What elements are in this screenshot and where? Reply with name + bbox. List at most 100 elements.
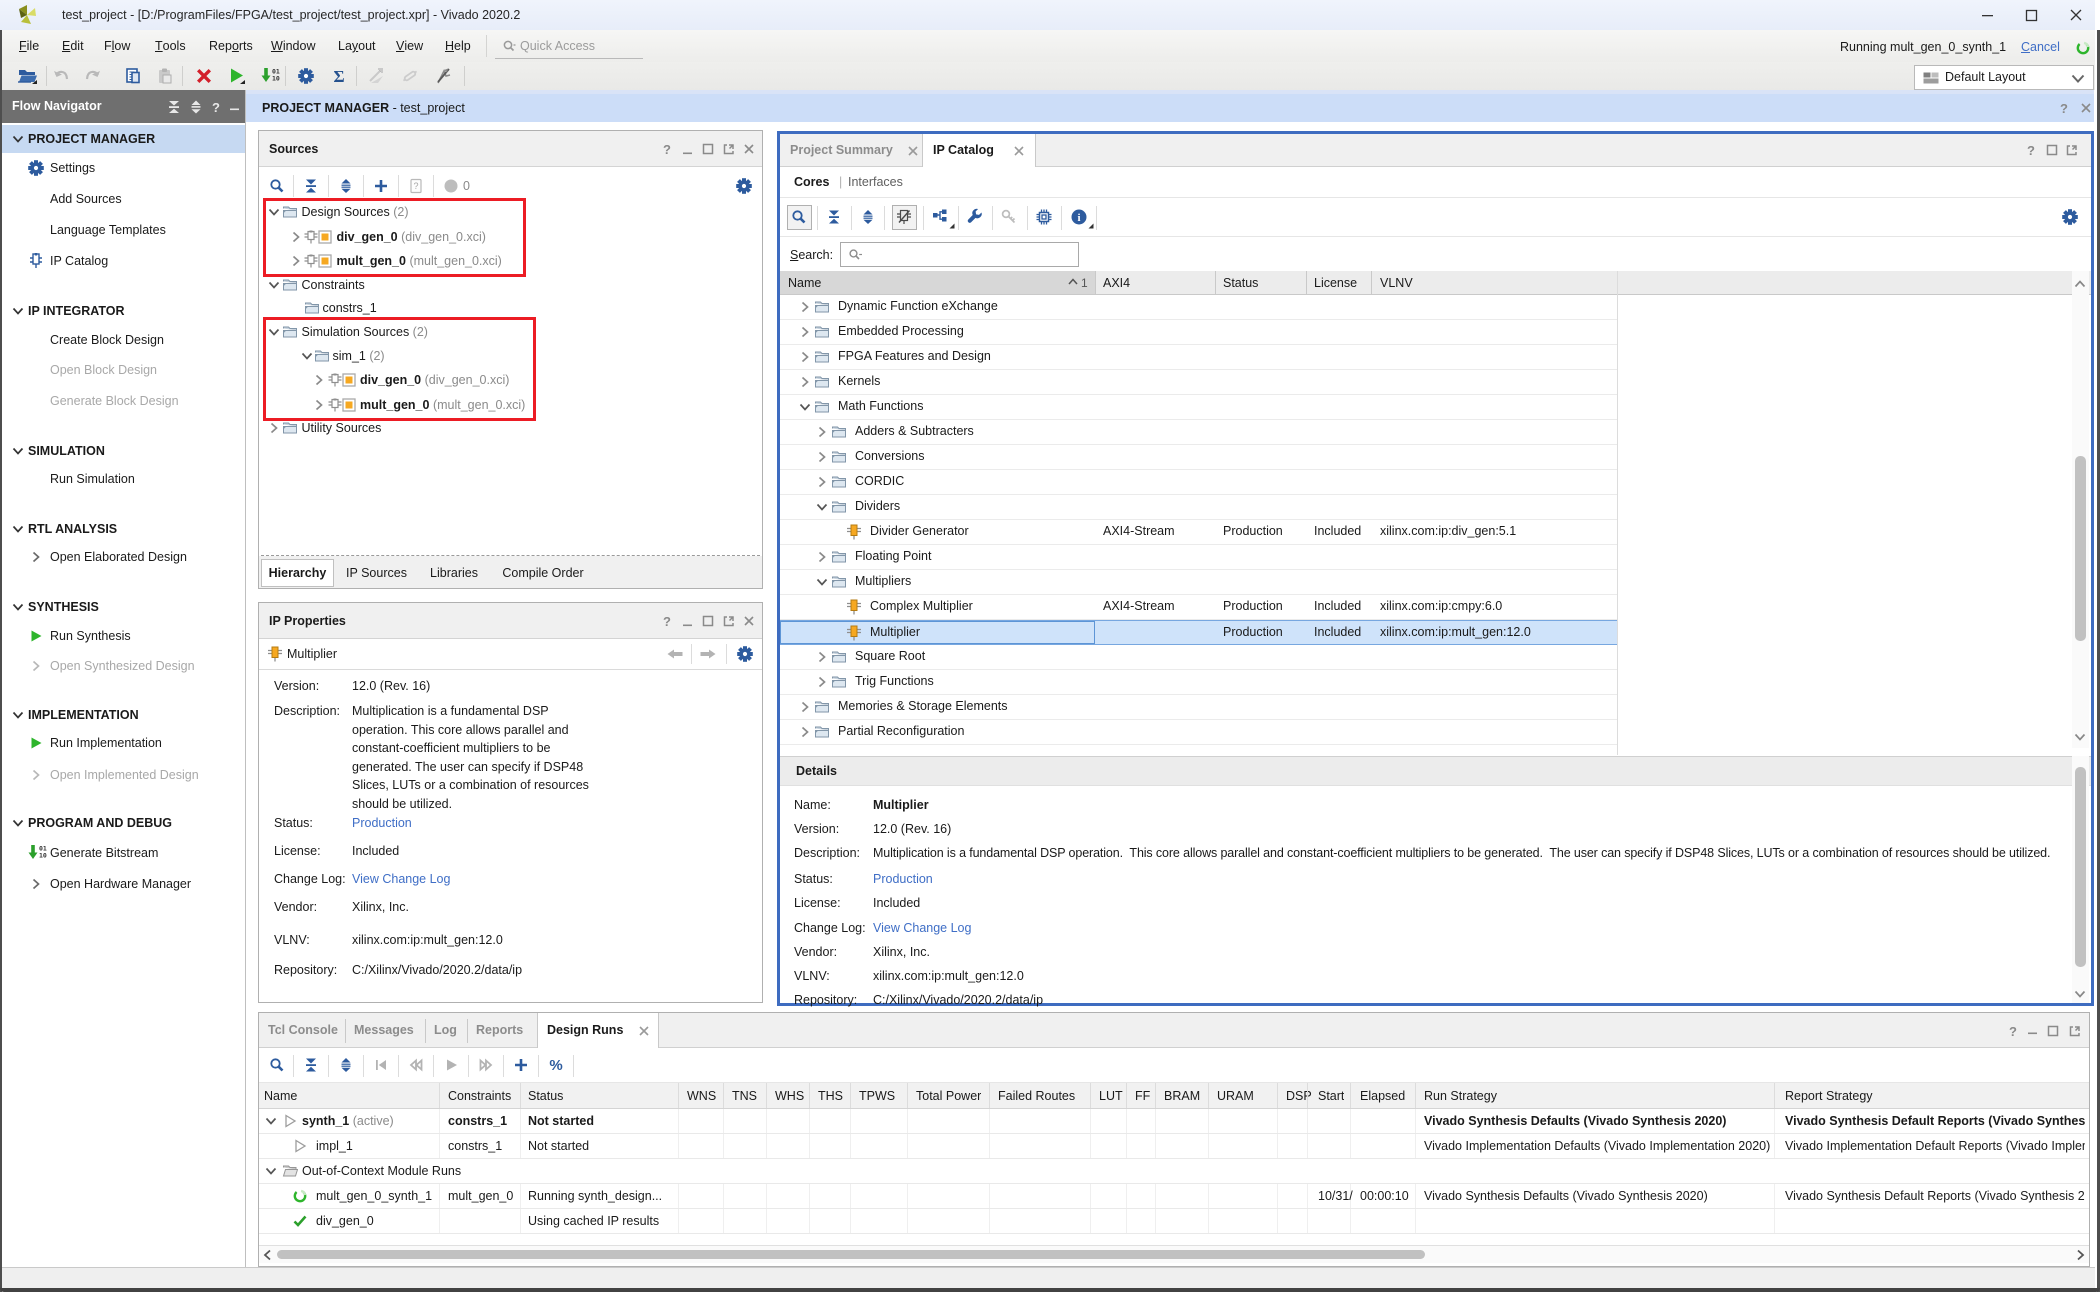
source-tree-item[interactable]: div_gen_0 (div_gen_0.xci) bbox=[259, 225, 762, 249]
column-header-failed-routes[interactable]: Failed Routes bbox=[998, 1086, 1075, 1106]
column-header-license[interactable]: License bbox=[1314, 273, 1357, 293]
probe-button[interactable] bbox=[430, 63, 456, 89]
scroll-left-icon[interactable] bbox=[262, 1249, 274, 1261]
column-header-whs[interactable]: WHS bbox=[775, 1086, 804, 1106]
subtab-cores[interactable]: Cores bbox=[794, 172, 829, 192]
sources-tab-hierarchy[interactable]: Hierarchy bbox=[261, 559, 334, 587]
column-header-constraints[interactable]: Constraints bbox=[448, 1086, 511, 1106]
missing-sources-icon[interactable]: ? bbox=[408, 178, 424, 194]
run-row-impl-1[interactable]: impl_1constrs_1Not startedVivado Impleme… bbox=[259, 1134, 2089, 1159]
chevron-right-icon[interactable] bbox=[288, 229, 304, 245]
minimize-icon[interactable] bbox=[2026, 1022, 2040, 1036]
copy-button[interactable] bbox=[120, 63, 146, 89]
delete-button[interactable] bbox=[191, 63, 217, 89]
layout-selector[interactable]: Default Layout bbox=[1914, 65, 2094, 90]
minimize-icon[interactable] bbox=[681, 142, 695, 156]
column-header-run-strategy[interactable]: Run Strategy bbox=[1424, 1086, 1497, 1106]
close-icon[interactable] bbox=[906, 144, 920, 158]
flownav-item-open-block-design[interactable]: Open Block Design bbox=[2, 356, 245, 384]
flownav-item-run-synthesis[interactable]: Run Synthesis bbox=[2, 622, 245, 650]
flownav-item-settings[interactable]: Settings bbox=[2, 154, 245, 182]
expand-all-icon[interactable] bbox=[338, 178, 354, 194]
menu-layout[interactable]: Layout bbox=[338, 30, 376, 62]
source-tree-item[interactable]: div_gen_0 (div_gen_0.xci) bbox=[259, 368, 762, 392]
chevron-right-icon[interactable] bbox=[797, 699, 813, 715]
catalog-row-trig-functions[interactable]: Trig Functions bbox=[780, 670, 1617, 695]
gear-icon[interactable] bbox=[2062, 209, 2078, 225]
column-header-name[interactable]: Name bbox=[264, 1086, 297, 1106]
column-header-ths[interactable]: THS bbox=[818, 1086, 843, 1106]
source-tree-item[interactable]: Design Sources (2) bbox=[259, 200, 762, 224]
collapse-all-icon[interactable] bbox=[303, 178, 319, 194]
search-icon[interactable] bbox=[269, 178, 285, 194]
help-icon[interactable]: ? bbox=[209, 100, 223, 114]
menu-reports[interactable]: Reports bbox=[209, 30, 253, 62]
chevron-right-icon[interactable] bbox=[311, 372, 327, 388]
detail-value[interactable]: Production bbox=[873, 869, 933, 889]
ip-prop-value[interactable]: Production bbox=[352, 813, 412, 833]
catalog-row-math-functions[interactable]: Math Functions bbox=[780, 395, 1617, 420]
catalog-row-memories-storage-elements[interactable]: Memories & Storage Elements bbox=[780, 695, 1617, 720]
chevron-down-icon[interactable] bbox=[797, 399, 813, 415]
bottom-tab-tcl-console[interactable]: Tcl Console bbox=[259, 1013, 345, 1048]
open-elaborated-button[interactable] bbox=[364, 63, 390, 89]
forward-icon[interactable] bbox=[699, 647, 717, 661]
window-maximize-button[interactable] bbox=[2010, 0, 2054, 30]
catalog-row-multiplier[interactable]: MultiplierProductionIncludedxilinx.com:i… bbox=[780, 620, 1617, 645]
run-button[interactable] bbox=[224, 63, 250, 89]
flownav-section-simulation[interactable]: SIMULATION bbox=[2, 437, 245, 465]
messages-badge-icon[interactable] bbox=[443, 178, 459, 194]
help-icon[interactable]: ? bbox=[660, 142, 674, 156]
subtab-interfaces[interactable]: Interfaces bbox=[848, 172, 903, 192]
flownav-section-implementation[interactable]: IMPLEMENTATION bbox=[2, 701, 245, 729]
ip-prop-value[interactable]: View Change Log bbox=[352, 869, 450, 889]
maximize-icon[interactable] bbox=[701, 614, 715, 628]
expand-all-icon[interactable] bbox=[189, 100, 204, 115]
generate-bitstream-button[interactable]: 0110 bbox=[257, 63, 283, 89]
close-icon[interactable] bbox=[742, 614, 756, 628]
source-tree-item[interactable]: Utility Sources bbox=[259, 416, 762, 440]
source-tree-item[interactable]: sim_1 (2) bbox=[259, 344, 762, 368]
chevron-right-icon[interactable] bbox=[266, 420, 282, 436]
catalog-row-divider-generator[interactable]: Divider GeneratorAXI4-StreamProductionIn… bbox=[780, 520, 1617, 545]
play-icon[interactable] bbox=[443, 1057, 459, 1073]
tab-ip-catalog[interactable]: IP Catalog bbox=[922, 134, 1036, 167]
column-header-total-power[interactable]: Total Power bbox=[916, 1086, 981, 1106]
scroll-right-icon[interactable] bbox=[2074, 1249, 2086, 1261]
info-icon[interactable]: i bbox=[1070, 208, 1088, 226]
chevron-down-icon[interactable] bbox=[266, 324, 282, 340]
column-header-wns[interactable]: WNS bbox=[687, 1086, 716, 1106]
float-icon[interactable] bbox=[722, 142, 736, 156]
bottom-tab-messages[interactable]: Messages bbox=[345, 1013, 425, 1048]
column-header-uram[interactable]: URAM bbox=[1217, 1086, 1254, 1106]
back-icon[interactable] bbox=[666, 647, 684, 661]
scrollbar-thumb[interactable] bbox=[277, 1250, 1425, 1259]
catalog-row-complex-multiplier[interactable]: Complex MultiplierAXI4-StreamProductionI… bbox=[780, 595, 1617, 620]
add-sources-icon[interactable] bbox=[373, 178, 389, 194]
chevron-down-icon[interactable] bbox=[263, 1113, 279, 1129]
float-icon[interactable] bbox=[2068, 1024, 2082, 1038]
catalog-row-dividers[interactable]: Dividers bbox=[780, 495, 1617, 520]
open-project-button[interactable] bbox=[15, 63, 41, 89]
run-row-div-gen-0[interactable]: div_gen_0Using cached IP results bbox=[259, 1209, 2089, 1234]
paste-button[interactable] bbox=[152, 63, 178, 89]
chevron-down-icon[interactable] bbox=[266, 277, 282, 293]
flownav-item-ip-catalog[interactable]: IP Catalog bbox=[2, 247, 245, 275]
source-tree-item[interactable]: constrs_1 bbox=[259, 296, 762, 320]
flownav-item-open-synthesized-design[interactable]: Open Synthesized Design bbox=[2, 652, 245, 680]
help-icon[interactable]: ? bbox=[2024, 143, 2038, 157]
maximize-icon[interactable] bbox=[2046, 1024, 2060, 1038]
column-header-name[interactable]: Name bbox=[788, 273, 821, 293]
window-close-button[interactable] bbox=[2054, 0, 2098, 30]
column-header-lut[interactable]: LUT bbox=[1099, 1086, 1123, 1106]
column-header-report-strategy[interactable]: Report Strategy bbox=[1785, 1086, 1873, 1106]
menu-file[interactable]: File bbox=[19, 30, 39, 62]
run-row-synth-1[interactable]: synth_1 (active)constrs_1Not startedViva… bbox=[259, 1109, 2089, 1134]
close-icon[interactable] bbox=[2079, 101, 2093, 115]
source-tree-item[interactable]: Simulation Sources (2) bbox=[259, 320, 762, 344]
menu-flow[interactable]: Flow bbox=[104, 30, 130, 62]
flownav-item-run-simulation[interactable]: Run Simulation bbox=[2, 465, 245, 493]
flownav-item-add-sources[interactable]: Add Sources bbox=[2, 185, 245, 213]
chevron-right-icon[interactable] bbox=[814, 449, 830, 465]
column-header-ff[interactable]: FF bbox=[1135, 1086, 1150, 1106]
